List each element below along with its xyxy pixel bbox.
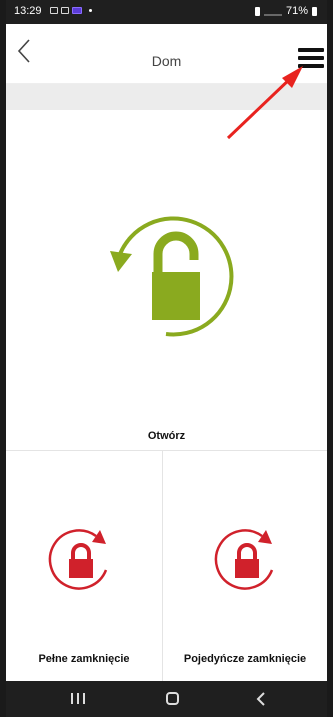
open-label: Otwórz	[147, 430, 186, 442]
lock-rotate-icon	[214, 529, 274, 590]
gallery-icon	[61, 7, 69, 14]
menu-bar	[298, 56, 324, 60]
signal-icon	[263, 7, 282, 16]
lock-actions: Pełne zamknięcie Pojedyńcze zamknięcie	[6, 451, 327, 681]
full-lock-button[interactable]: Pełne zamknięcie	[6, 451, 162, 681]
recent-apps-button[interactable]	[69, 689, 93, 709]
more-notifications-icon	[89, 9, 92, 12]
recent-apps-icon	[71, 693, 73, 704]
menu-bar	[298, 64, 324, 68]
lock-rotate-icon	[48, 529, 108, 590]
status-right: 71%	[254, 5, 317, 17]
home-button[interactable]	[160, 689, 184, 709]
notification-icons	[50, 7, 92, 14]
recent-bar	[83, 693, 85, 704]
battery-icon	[312, 6, 317, 16]
single-lock-button[interactable]: Pojedyńcze zamknięcie	[163, 451, 327, 681]
app-header: Dom	[6, 24, 327, 84]
menu-button[interactable]	[298, 48, 324, 70]
recent-bar	[77, 693, 79, 704]
page-title: Dom	[151, 53, 182, 69]
system-nav-bar	[6, 681, 327, 717]
app-notification-icon	[72, 7, 82, 14]
open-lock-button[interactable]: Otwórz	[6, 110, 327, 450]
hamburger-menu-icon	[298, 48, 324, 52]
status-time: 13:29	[14, 5, 42, 17]
unlock-rotate-icon	[110, 216, 234, 337]
single-lock-label: Pojedyńcze zamknięcie	[183, 653, 307, 665]
full-lock-label: Pełne zamknięcie	[38, 653, 130, 665]
system-back-button[interactable]	[250, 689, 274, 709]
header-divider-band	[6, 84, 327, 110]
app-screen: 13:29 71% Dom Otwórz Pełne zamknięcie Po…	[6, 0, 327, 717]
back-icon	[256, 692, 265, 706]
mail-icon	[50, 7, 58, 14]
battery-level: 71%	[285, 5, 308, 17]
status-bar: 13:29 71%	[6, 0, 327, 24]
battery-saver-icon	[254, 6, 260, 16]
home-icon	[165, 692, 179, 705]
